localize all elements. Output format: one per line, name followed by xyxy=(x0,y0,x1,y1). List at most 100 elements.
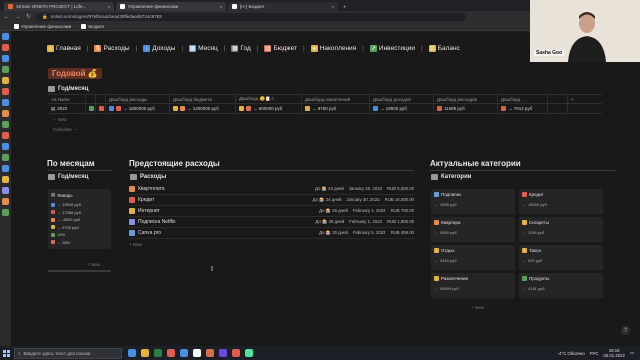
taskbar-app-icon[interactable] xyxy=(245,349,253,357)
column-header[interactable] xyxy=(96,95,106,103)
taskbar-app-icon[interactable] xyxy=(154,349,162,357)
category-card[interactable]: Сигареты → 1198 руб xyxy=(519,217,603,242)
taskbar-app-icon[interactable] xyxy=(167,349,175,357)
calculate-row[interactable]: Calculate ⌄ xyxy=(48,124,602,134)
nav-income[interactable]: ↓ Доходы xyxy=(143,45,175,52)
category-name: Отдых xyxy=(434,248,512,253)
new-row[interactable]: + New xyxy=(129,239,414,250)
url-field[interactable]: 🔒 notion.so/oologres/97ef5ca4cbea439ffeda… xyxy=(36,12,467,21)
close-tab-icon[interactable]: × xyxy=(332,4,334,9)
column-header[interactable]: Aa Name xyxy=(48,95,86,103)
list-item[interactable]: Квартплата До 🎰 24 дней January 28, 2022 RU… xyxy=(129,184,414,195)
column-header[interactable] xyxy=(86,95,96,103)
bookmark-0[interactable]: Управление финансами xyxy=(14,23,71,29)
category-card[interactable]: Квартира → 5500 руб xyxy=(431,217,515,242)
list-item[interactable]: Подписка Netflix До 🎰 26 дней February 1, … xyxy=(129,217,414,228)
column-header[interactable]: Дашборд 😊📋⚠ xyxy=(236,95,302,103)
category-card[interactable]: Такси → 500 руб xyxy=(519,245,603,270)
app-icon[interactable] xyxy=(2,110,9,117)
app-icon[interactable] xyxy=(2,176,9,183)
browser-tab-1[interactable]: Управление финансами × xyxy=(116,2,226,11)
table-row[interactable]: ▤ 2022 → 1800000 руб → 1200000 руб → 6000… xyxy=(48,104,602,114)
taskbar-app-icon[interactable] xyxy=(206,349,214,357)
scale-icon: ⚖ xyxy=(428,45,436,52)
horizontal-scrollbar[interactable] xyxy=(48,270,111,272)
list-item[interactable]: Canva pro До 🎰 30 дней February 5, 2022 RUB… xyxy=(129,228,414,239)
column-header[interactable]: Дашборд накоплений xyxy=(302,95,370,103)
category-card[interactable]: Отдых → 4510 руб xyxy=(431,245,515,270)
taskbar-app-icon[interactable] xyxy=(219,349,227,357)
category-card[interactable]: Продукты → 4181 руб xyxy=(519,273,603,298)
taskbar-app-icon[interactable] xyxy=(232,349,240,357)
nav-label: Накопления xyxy=(319,45,357,52)
app-icon[interactable] xyxy=(2,77,9,84)
app-icon[interactable] xyxy=(2,44,9,51)
row-flag[interactable] xyxy=(96,104,106,113)
column-header[interactable] xyxy=(548,95,568,103)
app-icon[interactable] xyxy=(2,165,9,172)
app-icon[interactable] xyxy=(2,209,9,216)
new-category-button[interactable]: + New xyxy=(471,305,484,310)
taskbar-app-icon[interactable] xyxy=(180,349,188,357)
back-icon[interactable]: ← xyxy=(4,14,10,20)
reload-icon[interactable]: ↻ xyxy=(26,13,31,20)
help-button[interactable]: ? xyxy=(621,326,630,335)
app-icon[interactable] xyxy=(2,187,9,194)
app-icon[interactable] xyxy=(2,132,9,139)
app-icon[interactable] xyxy=(2,33,9,40)
column-header[interactable]: Дашборд расходы xyxy=(106,95,170,103)
add-column-button[interactable]: + xyxy=(568,95,582,103)
list-item[interactable]: Интернет До 🎰 26 дней February 1, 2022 RUB … xyxy=(129,206,414,217)
browser-tab-2[interactable]: [H-] Бюджет × xyxy=(228,2,338,11)
month-card[interactable]: ▤ Январь → 19500 руб → 17588 руб → -8000 … xyxy=(48,189,111,249)
column-header[interactable]: Дашборд бюджета xyxy=(170,95,236,103)
language-indicator[interactable]: РУС xyxy=(590,351,599,356)
app-icon[interactable] xyxy=(2,154,9,161)
app-icon[interactable] xyxy=(2,55,9,62)
clock[interactable]: 19:19 05.01.2022 xyxy=(603,348,625,358)
table-icon xyxy=(48,86,55,92)
app-icon[interactable] xyxy=(2,66,9,73)
column-header[interactable]: Дашборд доходов xyxy=(370,95,434,103)
weather-indicator[interactable]: -4°C Облачно xyxy=(558,351,585,356)
nav-savings[interactable]: ● Накопления xyxy=(310,45,357,52)
categories-db-title[interactable]: Категории xyxy=(431,174,471,180)
category-card[interactable]: Подписки → 2898 руб xyxy=(431,189,515,214)
app-icon[interactable] xyxy=(2,99,9,106)
nav-year[interactable]: ▦ Год xyxy=(231,45,251,52)
category-card[interactable]: Развлечения → 59699 руб xyxy=(431,273,515,298)
browser-tab-0[interactable]: Stream ORBITA PROJECT | Lofe... × xyxy=(4,2,114,11)
column-header[interactable]: Дашборд xyxy=(498,95,548,103)
new-month-button[interactable]: + New xyxy=(87,262,100,267)
nav-month[interactable]: ▦ Месяц xyxy=(189,45,218,52)
app-icon[interactable] xyxy=(2,198,9,205)
search-placeholder: Введите здесь текст для поиска xyxy=(23,350,91,356)
nav-budget[interactable]: ▤ Бюджет xyxy=(264,45,297,52)
close-tab-icon[interactable]: × xyxy=(220,4,222,9)
forward-icon[interactable]: → xyxy=(15,14,21,20)
taskbar-app-icon[interactable] xyxy=(128,349,136,357)
bookmark-1[interactable]: Бюджет xyxy=(81,23,105,29)
nav-expenses[interactable]: $ Расходы xyxy=(94,45,130,52)
app-icon[interactable] xyxy=(2,143,9,150)
category-card[interactable]: Кредит → 16000 руб xyxy=(519,189,603,214)
taskbar-search[interactable]: ⌕ Введите здесь текст для поиска xyxy=(14,347,122,359)
column-header[interactable]: Дашборд расходов xyxy=(434,95,498,103)
app-icon[interactable] xyxy=(2,121,9,128)
start-button[interactable] xyxy=(0,346,12,360)
upcoming-db-title[interactable]: Расходы xyxy=(130,174,166,180)
nav-home[interactable]: ⌂ Главная xyxy=(47,45,81,52)
year-db-title[interactable]: Год/месяц xyxy=(48,86,88,92)
close-tab-icon[interactable]: × xyxy=(108,4,110,9)
taskbar-app-icon[interactable] xyxy=(193,349,201,357)
list-item[interactable]: Кредит До 🎰 24 дней January 30, 2022 RUB 16… xyxy=(129,195,414,206)
new-row[interactable]: + New xyxy=(48,114,602,124)
category-label: Развлечения xyxy=(441,276,468,281)
app-icon[interactable] xyxy=(2,88,9,95)
nav-balance[interactable]: ⚖ Баланс xyxy=(428,45,460,52)
nav-investments[interactable]: ↗ Инвестиции xyxy=(369,45,415,52)
taskbar-app-icon[interactable] xyxy=(141,349,149,357)
months-db-title[interactable]: Год/месяц xyxy=(48,174,88,180)
notification-icon[interactable]: ▭ xyxy=(630,350,634,356)
row-check[interactable] xyxy=(86,104,96,113)
